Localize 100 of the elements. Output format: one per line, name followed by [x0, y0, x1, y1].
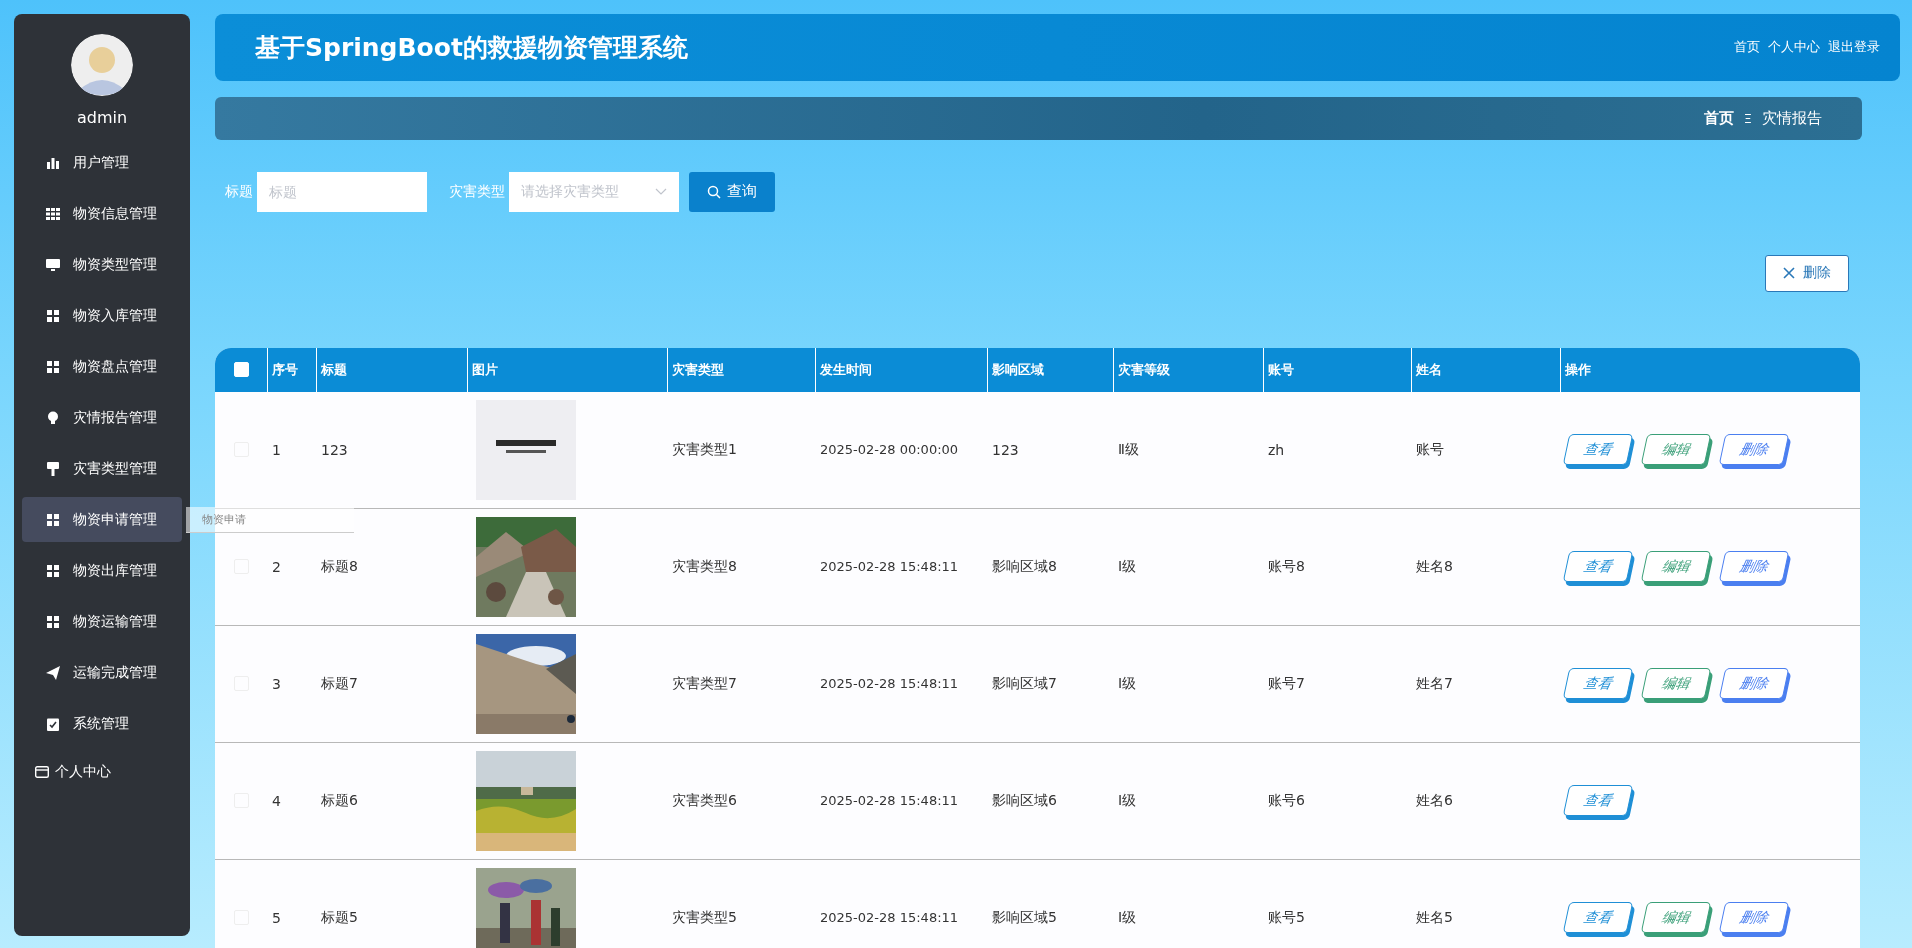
table-cell: 4 [272, 792, 281, 809]
tiles-icon [46, 614, 60, 629]
breadcrumb-current: 灾情报告 [1762, 108, 1822, 128]
table-cell: 账号7 [1268, 674, 1305, 693]
sidebar-item[interactable]: 灾情报告管理 [22, 395, 182, 440]
view-button[interactable]: 查看 [1562, 434, 1634, 466]
column-header: 图片 [467, 347, 667, 392]
view-button[interactable]: 查看 [1562, 785, 1634, 817]
table-cell: 灾害类型6 [672, 791, 737, 810]
delete-button[interactable]: 删除 [1765, 254, 1849, 292]
app-title: 基于SpringBoot的救援物资管理系统 [255, 31, 688, 64]
table-cell: 影响区域8 [992, 557, 1057, 576]
delete-button[interactable]: 删除 [1718, 551, 1790, 583]
table-cell: 2025-02-28 15:48:11 [820, 676, 959, 692]
edit-button[interactable]: 编辑 [1640, 551, 1712, 583]
sidebar-item[interactable]: 物资类型管理 [22, 242, 182, 287]
card-icon [35, 765, 49, 778]
table-cell: 账号 [1416, 440, 1444, 459]
bar-chart-icon [46, 155, 60, 170]
breadcrumb-link[interactable]: 首页 [1703, 108, 1734, 128]
table-cell: Ⅱ级 [1118, 440, 1139, 459]
table-cell: 姓名5 [1416, 908, 1453, 927]
table-cell: zh [1268, 441, 1285, 458]
sidebar-item[interactable]: 物资入库管理 [22, 293, 182, 338]
field-label: 灾害类型 [449, 182, 506, 201]
sidebar-item[interactable]: 运输完成管理 [22, 650, 182, 695]
clipboard-icon [46, 716, 60, 731]
column-header: 操作 [1560, 347, 1840, 392]
table-cell: 影响区域5 [992, 908, 1057, 927]
column-header: 序号 [267, 347, 316, 392]
table-cell: 123 [321, 441, 348, 458]
view-button[interactable]: 查看 [1562, 551, 1634, 583]
delete-button[interactable]: 删除 [1718, 434, 1790, 466]
header-link[interactable]: 退出登录 [1828, 38, 1880, 57]
table-cell: 姓名7 [1416, 674, 1453, 693]
table-cell: 123 [992, 441, 1019, 458]
tiles-icon [46, 359, 60, 374]
table-cell: 标题7 [321, 674, 358, 693]
table-cell: 标题5 [321, 908, 358, 927]
table-cell: 灾害类型7 [672, 674, 737, 693]
table-cell: 标题6 [321, 791, 358, 810]
search-button[interactable]: 查询 [689, 171, 775, 212]
edit-button[interactable]: 编辑 [1640, 902, 1712, 934]
chevron-icon [655, 187, 667, 196]
table-cell: Ⅰ级 [1118, 674, 1137, 693]
lightbulb-icon [46, 410, 60, 425]
tiles-icon [46, 512, 60, 527]
sidebar-item[interactable]: 物资盘点管理 [22, 344, 182, 389]
view-button[interactable]: 查看 [1562, 902, 1634, 934]
view-button[interactable]: 查看 [1562, 668, 1634, 700]
x-icon [1783, 267, 1795, 280]
table-cell: 影响区域6 [992, 791, 1057, 810]
sidebar-item[interactable]: 物资运输管理 [22, 599, 182, 644]
table-cell: 2025-02-28 15:48:11 [820, 559, 959, 575]
table-cell: 账号6 [1268, 791, 1305, 810]
table-cell: Ⅰ级 [1118, 557, 1137, 576]
header-link[interactable]: 个人中心 [1768, 38, 1820, 57]
column-header: 灾害类型 [667, 347, 815, 392]
table-cell: 账号5 [1268, 908, 1305, 927]
grid-icon [46, 206, 60, 221]
edit-button[interactable]: 编辑 [1640, 434, 1712, 466]
monitor-icon [46, 257, 60, 272]
avatar [71, 34, 133, 96]
sidebar-item[interactable]: 灾害类型管理 [22, 446, 182, 491]
table-cell: 2025-02-28 15:48:11 [820, 793, 959, 809]
sidebar-item[interactable]: 物资申请管理 [22, 497, 182, 542]
sidebar-item[interactable]: 物资出库管理 [22, 548, 182, 593]
header-link[interactable]: 首页 [1734, 38, 1760, 57]
delete-button[interactable]: 删除 [1718, 668, 1790, 700]
table-cell: 2025-02-28 00:00:00 [820, 442, 959, 458]
table-cell: 灾害类型5 [672, 908, 737, 927]
paper-plane-icon [46, 665, 60, 680]
sidebar-item[interactable]: 用户管理 [22, 140, 182, 185]
field-label: 标题 [225, 182, 254, 201]
column-header: 账号 [1263, 347, 1411, 392]
table-cell: 姓名6 [1416, 791, 1453, 810]
column-header: 标题 [316, 347, 467, 392]
table-cell: 影响区域7 [992, 674, 1057, 693]
edit-button[interactable]: 编辑 [1640, 668, 1712, 700]
table-cell: 2 [272, 558, 281, 575]
column-header: 发生时间 [815, 347, 987, 392]
table-cell: 灾害类型1 [672, 440, 737, 459]
table-cell: 3 [272, 675, 281, 692]
table-cell: 5 [272, 909, 281, 926]
table-cell: 标题8 [321, 557, 358, 576]
sidebar-item[interactable]: 个人中心 [14, 749, 190, 794]
table-cell: 1 [272, 441, 281, 458]
breadcrumb-separator: Ξ [1743, 110, 1752, 126]
sidebar-item[interactable]: 物资信息管理 [22, 191, 182, 236]
table-cell: 账号8 [1268, 557, 1305, 576]
search-icon [707, 184, 721, 199]
table-cell: Ⅰ级 [1118, 908, 1137, 927]
tiles-icon [46, 308, 60, 323]
table-cell: Ⅰ级 [1118, 791, 1137, 810]
title-field[interactable]: 标题 [257, 171, 427, 212]
delete-button[interactable]: 删除 [1718, 902, 1790, 934]
sidebar-item[interactable]: 系统管理 [22, 701, 182, 746]
user-name: admin [76, 108, 128, 127]
tooltip: 物资申请 [186, 507, 354, 533]
column-header: 姓名 [1411, 347, 1560, 392]
